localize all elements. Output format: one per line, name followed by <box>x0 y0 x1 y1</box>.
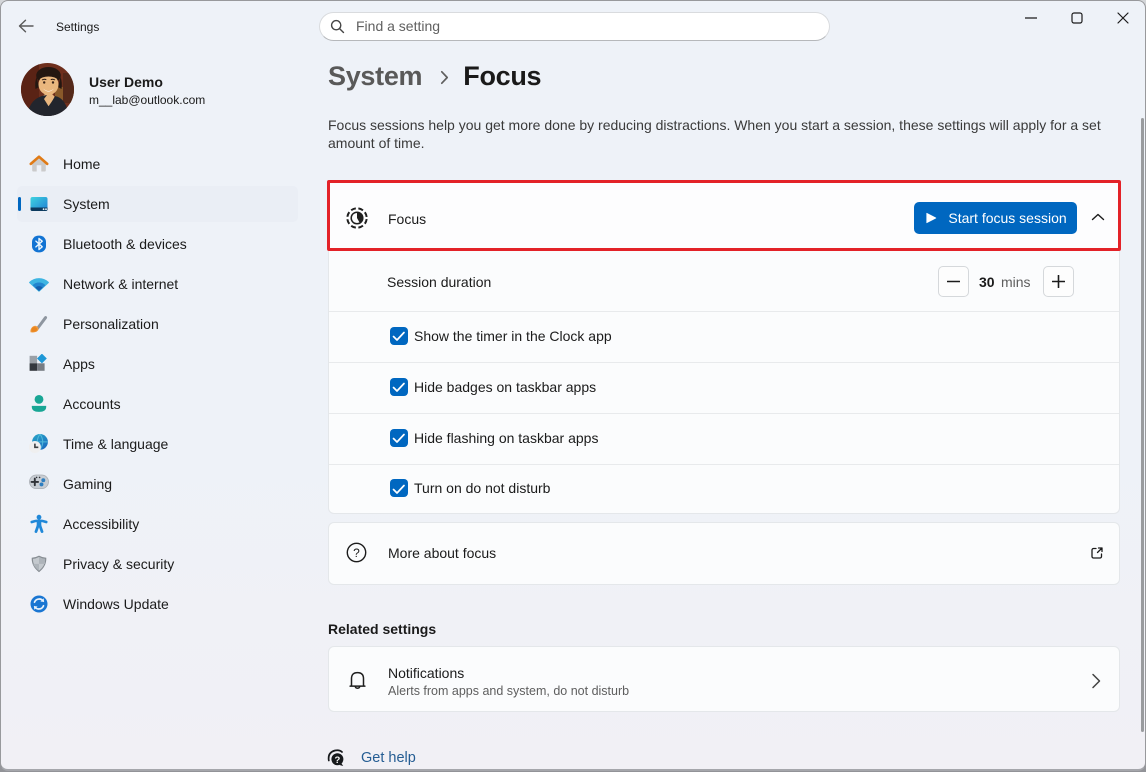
svg-text:?: ? <box>334 755 340 766</box>
svg-text:?: ? <box>353 546 360 560</box>
